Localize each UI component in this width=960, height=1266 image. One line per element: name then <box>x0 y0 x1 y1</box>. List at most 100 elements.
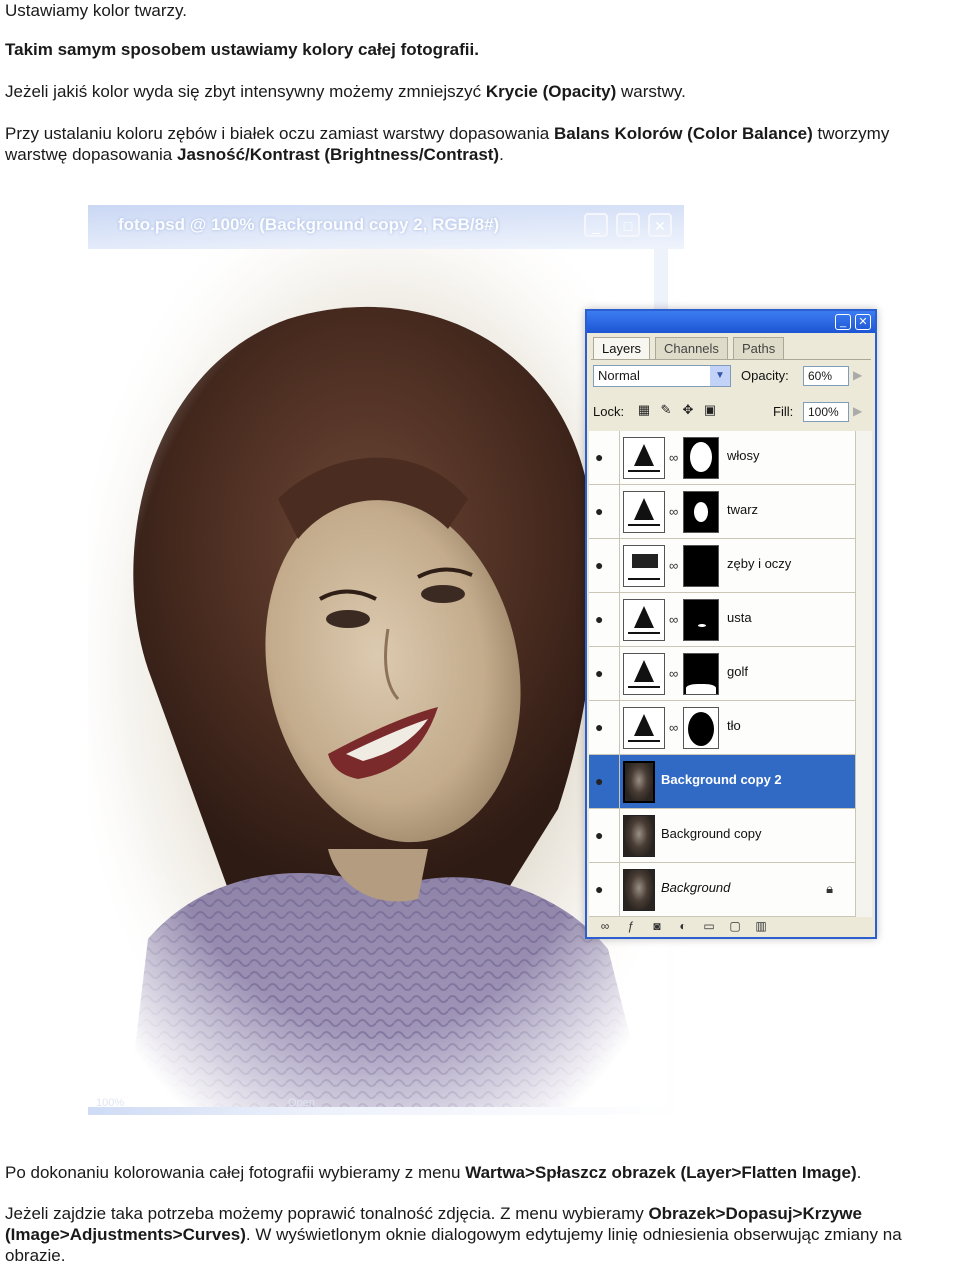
add-mask-icon[interactable]: ◙ <box>649 918 665 934</box>
palette-tabs: Layers Channels Paths <box>593 337 873 360</box>
paragraph-6-text: Jeżeli zajdzie taka potrzeba możemy popr… <box>5 1204 649 1223</box>
flatten-image-term: Wartwa>Spłaszcz obrazek (Layer>Flatten I… <box>465 1163 857 1182</box>
layer-row-twarz[interactable]: ● ∞ twarz <box>589 485 855 539</box>
new-adjustment-layer-icon[interactable]: ◐ <box>675 918 691 934</box>
eye-icon[interactable]: ● <box>595 504 611 518</box>
palette-close-button[interactable]: ✕ <box>855 314 871 330</box>
paragraph-1: Ustawiamy kolor twarzy. <box>5 0 955 21</box>
layer-list-scrollbar[interactable] <box>855 431 872 917</box>
layer-style-icon[interactable]: ƒ <box>623 918 639 934</box>
fill-arrow-icon[interactable]: ▶ <box>853 404 862 418</box>
chain-link-icon[interactable]: ∞ <box>669 665 679 683</box>
paragraph-3-text: Jeżeli jakiś kolor wyda się zbyt intensy… <box>5 82 486 101</box>
layer-row-background-copy-2[interactable]: ● Background copy 2 <box>589 755 855 809</box>
layer-row-tlo[interactable]: ● ∞ tło <box>589 701 855 755</box>
paragraph-4: Przy ustalaniu koloru zębów i białek ocz… <box>5 123 955 165</box>
zoom-readout[interactable]: 100% <box>96 1097 124 1109</box>
chevron-down-icon[interactable]: ▼ <box>710 366 730 386</box>
layer-row-wlosy[interactable]: ● ∞ włosy <box>589 431 855 485</box>
visibility-cell[interactable]: ● <box>589 539 620 592</box>
document-statusbar: 100% Open <box>88 1097 684 1113</box>
adjustment-thumbnail <box>623 491 665 533</box>
layer-mask-thumbnail[interactable] <box>683 707 719 749</box>
visibility-cell[interactable]: ● <box>589 863 620 916</box>
portrait-illustration <box>88 249 668 1107</box>
lock-transparency-icon[interactable]: ▦ <box>637 403 651 417</box>
paragraph-1-text: Ustawiamy kolor twarzy. <box>5 1 187 20</box>
palette-titlebar[interactable] <box>587 311 875 333</box>
layer-name: Background <box>661 880 731 895</box>
layer-name: zęby i oczy <box>727 556 792 571</box>
layer-row-zeby-i-oczy[interactable]: ● ∞ zęby i oczy <box>589 539 855 593</box>
paragraph-6: Jeżeli zajdzie taka potrzeba możemy popr… <box>5 1203 955 1266</box>
eye-icon[interactable]: ● <box>595 720 611 734</box>
layer-mask-thumbnail[interactable] <box>683 437 719 479</box>
link-layers-icon[interactable]: ∞ <box>597 918 613 934</box>
layer-thumbnail <box>623 815 655 857</box>
paragraph-5-end: . <box>856 1163 862 1182</box>
photoshop-screenshot: foto.psd @ 100% (Background copy 2, RGB/… <box>88 205 883 1120</box>
blend-mode-value: Normal <box>598 368 640 383</box>
visibility-cell[interactable]: ● <box>589 809 620 862</box>
opacity-label: Opacity: <box>741 368 789 383</box>
paragraph-5-text: Po dokonaniu kolorowania całej fotografi… <box>5 1163 466 1182</box>
lock-brush-icon[interactable]: ✎ <box>659 403 673 417</box>
palette-bottom-toolbar: ∞ ƒ ◙ ◐ ▭ ▢ ▥ <box>589 917 873 935</box>
chain-link-icon[interactable]: ∞ <box>669 719 679 737</box>
tab-layers[interactable]: Layers <box>593 337 651 360</box>
blend-mode-select[interactable]: Normal ▼ <box>593 365 731 387</box>
eye-icon[interactable]: ● <box>595 558 611 572</box>
fill-field[interactable]: 100% <box>803 402 849 422</box>
layer-mask-thumbnail[interactable] <box>683 653 719 695</box>
visibility-cell[interactable]: ● <box>589 485 620 538</box>
visibility-cell[interactable]: ● <box>589 701 620 754</box>
adjustment-thumbnail <box>623 653 665 695</box>
layer-row-usta[interactable]: ● ∞ usta <box>589 593 855 647</box>
visibility-cell[interactable]: ● <box>589 431 620 484</box>
opacity-field[interactable]: 60% <box>803 366 849 386</box>
chain-link-icon[interactable]: ∞ <box>669 611 679 629</box>
opacity-arrow-icon[interactable]: ▶ <box>853 368 862 382</box>
adjustment-thumbnail <box>623 599 665 641</box>
chain-link-icon[interactable]: ∞ <box>669 503 679 521</box>
eye-icon[interactable]: ● <box>595 666 611 680</box>
visibility-cell[interactable]: ● <box>589 755 620 808</box>
visibility-cell[interactable]: ● <box>589 647 620 700</box>
tab-channels[interactable]: Channels <box>655 337 728 360</box>
new-layer-icon[interactable]: ▢ <box>727 918 743 934</box>
layer-name: włosy <box>727 448 760 463</box>
chain-link-icon[interactable]: ∞ <box>669 557 679 575</box>
lock-all-icon[interactable]: ▣ <box>703 403 717 417</box>
paragraph-3: Jeżeli jakiś kolor wyda się zbyt intensy… <box>5 81 955 102</box>
chain-link-icon[interactable]: ∞ <box>669 449 679 467</box>
layer-name: tło <box>727 718 741 733</box>
paragraph-2-text: Takim samym sposobem ustawiamy kolory ca… <box>5 40 479 59</box>
layer-mask-thumbnail[interactable] <box>683 599 719 641</box>
tab-paths[interactable]: Paths <box>733 337 785 360</box>
layer-row-background[interactable]: ● Background 🔒︎ <box>589 863 855 917</box>
close-button[interactable]: ✕ <box>648 213 672 237</box>
paragraph-2: Takim samym sposobem ustawiamy kolory ca… <box>5 39 955 60</box>
status-info: Open <box>288 1097 315 1109</box>
portrait-photo <box>88 249 668 1107</box>
trash-icon[interactable]: ▥ <box>753 918 769 934</box>
maximize-button[interactable]: □ <box>616 213 640 237</box>
palette-minimize-button[interactable]: _ <box>835 314 851 330</box>
lock-label: Lock: <box>593 404 625 419</box>
layer-name: Background copy <box>661 826 762 841</box>
lock-move-icon[interactable]: ✥ <box>681 403 695 417</box>
eye-icon[interactable]: ● <box>595 774 611 788</box>
layer-mask-thumbnail[interactable] <box>683 545 719 587</box>
layer-row-golf[interactable]: ● ∞ golf <box>589 647 855 701</box>
visibility-cell[interactable]: ● <box>589 593 620 646</box>
layer-thumbnail <box>623 869 655 911</box>
minimize-button[interactable]: _ <box>584 213 608 237</box>
layer-mask-thumbnail[interactable] <box>683 491 719 533</box>
eye-icon[interactable]: ● <box>595 828 611 842</box>
eye-icon[interactable]: ● <box>595 450 611 464</box>
eye-icon[interactable]: ● <box>595 882 611 896</box>
new-group-icon[interactable]: ▭ <box>701 918 717 934</box>
layer-row-background-copy[interactable]: ● Background copy <box>589 809 855 863</box>
document-scrollbar[interactable] <box>654 249 668 309</box>
eye-icon[interactable]: ● <box>595 612 611 626</box>
